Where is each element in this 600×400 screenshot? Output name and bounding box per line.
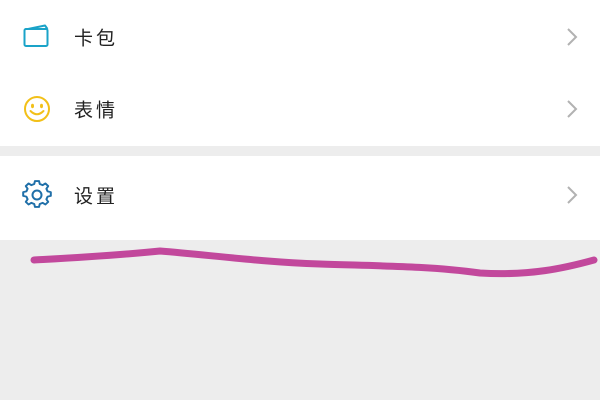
section-divider [0, 146, 600, 156]
card-wallet-icon [22, 22, 52, 52]
menu-group-secondary: 设置 [0, 156, 600, 240]
menu-item-card-wallet[interactable]: 卡包 [0, 0, 600, 74]
menu-item-label: 卡包 [74, 27, 119, 50]
menu-container: 卡包 表情 设置 [0, 0, 600, 240]
gear-icon [22, 180, 52, 210]
smiley-face-icon [22, 94, 52, 124]
chevron-right-icon [566, 185, 578, 205]
menu-item-label: 表情 [74, 99, 119, 122]
chevron-right-icon [566, 27, 578, 47]
menu-item-stickers[interactable]: 表情 [0, 74, 600, 146]
menu-item-label: 设置 [74, 185, 119, 208]
menu-group-primary: 卡包 表情 [0, 0, 600, 146]
chevron-right-icon [566, 99, 578, 119]
menu-item-settings[interactable]: 设置 [0, 156, 600, 240]
